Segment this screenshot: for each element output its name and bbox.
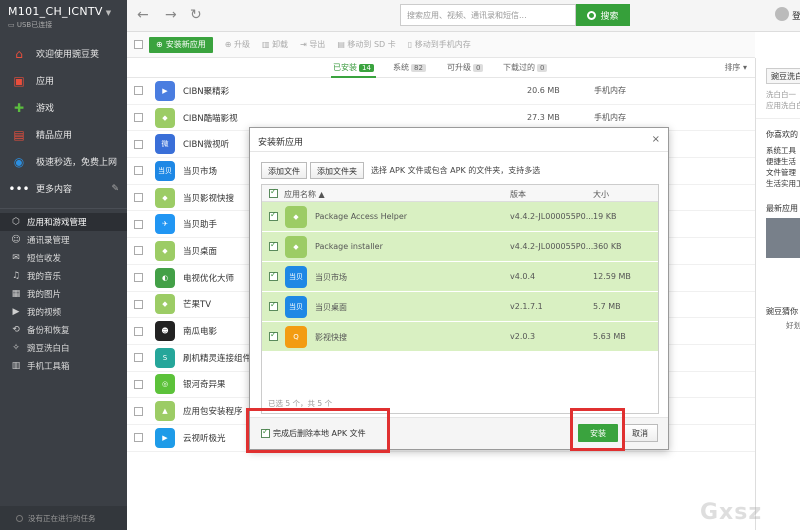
table-header: 应用名称 ▲ 版本 大小 [262,185,658,202]
apk-size: 12.59 MB [593,272,631,281]
apk-size: 360 KB [593,242,622,251]
apk-version: v4.0.4 [510,272,536,281]
apk-file-row[interactable]: ◆ Package Access Helper v4.4.2-JL000055P… [262,202,658,232]
watermark: Gxsz [700,500,763,525]
delete-apk-checkbox[interactable] [261,427,270,438]
col-version-header[interactable]: 版本 [510,189,526,200]
col-name-label: 应用名称 [284,190,316,199]
apk-file-row[interactable]: 当贝 当贝市场 v4.0.4 12.59 MB [262,262,658,292]
dialog-title: 安装新应用 [258,138,304,148]
apk-file-table: 应用名称 ▲ 版本 大小 ◆ Package Access Helper v4.… [261,184,659,414]
dialog-title-bar: 安装新应用 × [250,128,668,152]
sort-up-icon: ▲ [318,190,325,199]
apk-size: 5.63 MB [593,332,626,341]
apk-size: 19 KB [593,212,617,221]
file-checkbox[interactable] [269,300,278,311]
apk-icon: ◆ [285,206,307,228]
apk-version: v4.4.2-JL000055P0... [510,212,594,221]
install-button[interactable]: 安装 [578,424,618,442]
close-icon[interactable]: × [652,134,660,145]
dialog-actions: 添加文件 添加文件夹 选择 APK 文件或包含 APK 的文件夹，支持多选 [261,162,540,179]
dialog-hint: 选择 APK 文件或包含 APK 的文件夹，支持多选 [371,166,541,175]
install-dialog: 安装新应用 × 添加文件 添加文件夹 选择 APK 文件或包含 APK 的文件夹… [249,127,669,450]
apk-icon: 当贝 [285,296,307,318]
apk-file-row[interactable]: Q 影视快搜 v2.0.3 5.63 MB [262,322,658,352]
apk-name: Package installer [315,242,383,251]
selection-status: 已选 5 个，共 5 个 [268,399,333,408]
file-checkbox[interactable] [269,270,278,281]
col-name-header[interactable]: 应用名称 ▲ [284,189,325,200]
apk-version: v2.1.7.1 [510,302,543,311]
apk-size: 5.7 MB [593,302,621,311]
cancel-button[interactable]: 取消 [622,424,658,442]
apk-icon: 当贝 [285,266,307,288]
apk-icon: Q [285,326,307,348]
delete-apk-option[interactable]: 完成后删除本地 APK 文件 [261,427,366,439]
apk-name: 当贝市场 [315,273,347,282]
apk-file-row[interactable]: 当贝 当贝桌面 v2.1.7.1 5.7 MB [262,292,658,322]
apk-icon: ◆ [285,236,307,258]
file-checkbox[interactable] [269,210,278,221]
select-all-files-checkbox[interactable] [269,187,278,198]
dialog-footer: 完成后删除本地 APK 文件 安装 取消 [250,417,668,449]
apk-name: Package Access Helper [315,212,408,221]
delete-apk-label: 完成后删除本地 APK 文件 [273,429,366,438]
add-folder-button[interactable]: 添加文件夹 [310,162,364,179]
apk-name: 影视快搜 [315,333,347,342]
file-checkbox[interactable] [269,330,278,341]
modal-overlay: 安装新应用 × 添加文件 添加文件夹 选择 APK 文件或包含 APK 的文件夹… [0,0,800,530]
file-checkbox[interactable] [269,240,278,251]
add-file-button[interactable]: 添加文件 [261,162,307,179]
col-size-header[interactable]: 大小 [593,189,609,200]
app-window: M101_CH_ICNTV ▼ ▭ USB已连接 ⌂ 欢迎使用豌豆荚 ▣ 应用 ✚ 游戏 ▤ 精… [0,0,800,530]
apk-version: v2.0.3 [510,332,536,341]
apk-version: v4.4.2-JL000055P0... [510,242,594,251]
apk-name: 当贝桌面 [315,303,347,312]
apk-file-row[interactable]: ◆ Package installer v4.4.2-JL000055P0...… [262,232,658,262]
